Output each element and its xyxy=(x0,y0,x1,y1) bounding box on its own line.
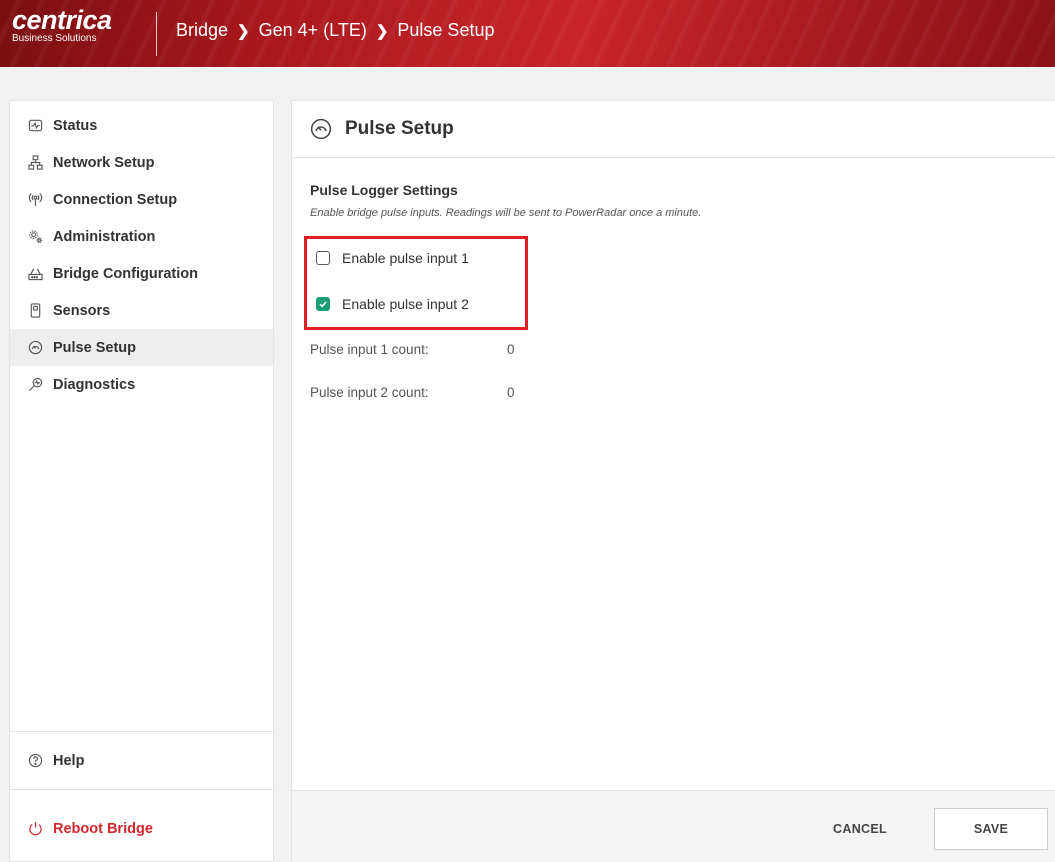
sidebar-item-network-setup[interactable]: Network Setup xyxy=(10,144,273,181)
cancel-button[interactable]: CANCEL xyxy=(810,815,910,843)
sidebar-item-administration[interactable]: Administration xyxy=(10,218,273,255)
gears-icon xyxy=(28,229,43,244)
header-background xyxy=(0,0,1055,67)
help-icon xyxy=(28,753,43,768)
count-label: Pulse input 2 count: xyxy=(310,385,429,400)
count-value: 0 xyxy=(507,342,515,357)
header-divider xyxy=(156,12,157,56)
breadcrumb: Bridge ❯ Gen 4+ (LTE) ❯ Pulse Setup xyxy=(176,20,494,41)
pulse-input-2-count: Pulse input 2 count: 0 xyxy=(310,385,515,400)
action-bar: CANCEL SAVE xyxy=(292,790,1055,862)
section-title: Pulse Logger Settings xyxy=(310,182,458,198)
pulse-input-2-checkbox[interactable]: Enable pulse input 2 xyxy=(316,296,469,312)
stethoscope-icon xyxy=(28,377,43,392)
help-button[interactable]: Help xyxy=(10,742,273,779)
sidebar-divider xyxy=(10,731,273,732)
sidebar-item-label: Pulse Setup xyxy=(53,339,136,356)
pulse-input-1-checkbox[interactable]: Enable pulse input 1 xyxy=(316,250,469,266)
main-panel: Pulse Setup Pulse Logger Settings Enable… xyxy=(291,100,1055,862)
checkbox-label: Enable pulse input 2 xyxy=(342,296,469,312)
gauge-icon xyxy=(28,340,43,355)
network-icon xyxy=(28,155,43,170)
status-icon xyxy=(28,118,43,133)
section-description: Enable bridge pulse inputs. Readings wil… xyxy=(310,207,702,219)
reboot-bridge-button[interactable]: Reboot Bridge xyxy=(10,810,273,847)
help-label: Help xyxy=(53,752,85,769)
sensor-icon xyxy=(28,303,43,318)
panel-header: Pulse Setup xyxy=(292,101,1055,158)
sidebar-item-sensors[interactable]: Sensors xyxy=(10,292,273,329)
sidebar-item-diagnostics[interactable]: Diagnostics xyxy=(10,366,273,403)
sidebar-item-label: Sensors xyxy=(53,302,111,319)
sidebar: Status Network Setup Connection Setup Ad… xyxy=(9,100,274,862)
centrica-logo[interactable]: centrica Business Solutions xyxy=(12,6,112,45)
checkbox-label: Enable pulse input 1 xyxy=(342,250,469,266)
chevron-right-icon: ❯ xyxy=(237,22,250,40)
page-title: Pulse Setup xyxy=(345,118,454,139)
logo-brand: centrica xyxy=(12,5,112,35)
checkbox-checked-icon[interactable] xyxy=(316,297,330,311)
sidebar-item-pulse-setup[interactable]: Pulse Setup xyxy=(10,329,273,366)
sidebar-item-label: Diagnostics xyxy=(53,376,136,393)
sidebar-item-label: Administration xyxy=(53,228,156,245)
chevron-right-icon: ❯ xyxy=(375,22,389,40)
reboot-label: Reboot Bridge xyxy=(53,820,153,837)
sidebar-item-label: Status xyxy=(53,117,98,134)
count-label: Pulse input 1 count: xyxy=(310,342,429,357)
sidebar-item-label: Network Setup xyxy=(53,154,155,171)
antenna-icon xyxy=(28,192,43,207)
sidebar-item-bridge-configuration[interactable]: Bridge Configuration xyxy=(10,255,273,292)
router-icon xyxy=(28,266,43,281)
sidebar-item-label: Connection Setup xyxy=(53,191,178,208)
sidebar-item-status[interactable]: Status xyxy=(10,107,273,144)
breadcrumb-bridge[interactable]: Bridge xyxy=(176,20,228,41)
gauge-icon xyxy=(310,118,332,140)
sidebar-item-connection-setup[interactable]: Connection Setup xyxy=(10,181,273,218)
breadcrumb-gen4-lte[interactable]: Gen 4+ (LTE) xyxy=(259,20,367,41)
sidebar-item-label: Bridge Configuration xyxy=(53,265,198,282)
power-icon xyxy=(28,821,43,836)
breadcrumb-pulse-setup: Pulse Setup xyxy=(397,20,495,40)
pulse-input-1-count: Pulse input 1 count: 0 xyxy=(310,342,515,357)
sidebar-divider xyxy=(10,789,273,790)
top-header: centrica Business Solutions Bridge ❯ Gen… xyxy=(0,0,1055,67)
save-button[interactable]: SAVE xyxy=(934,808,1048,850)
count-value: 0 xyxy=(507,385,515,400)
checkbox-unchecked-icon[interactable] xyxy=(316,251,330,265)
